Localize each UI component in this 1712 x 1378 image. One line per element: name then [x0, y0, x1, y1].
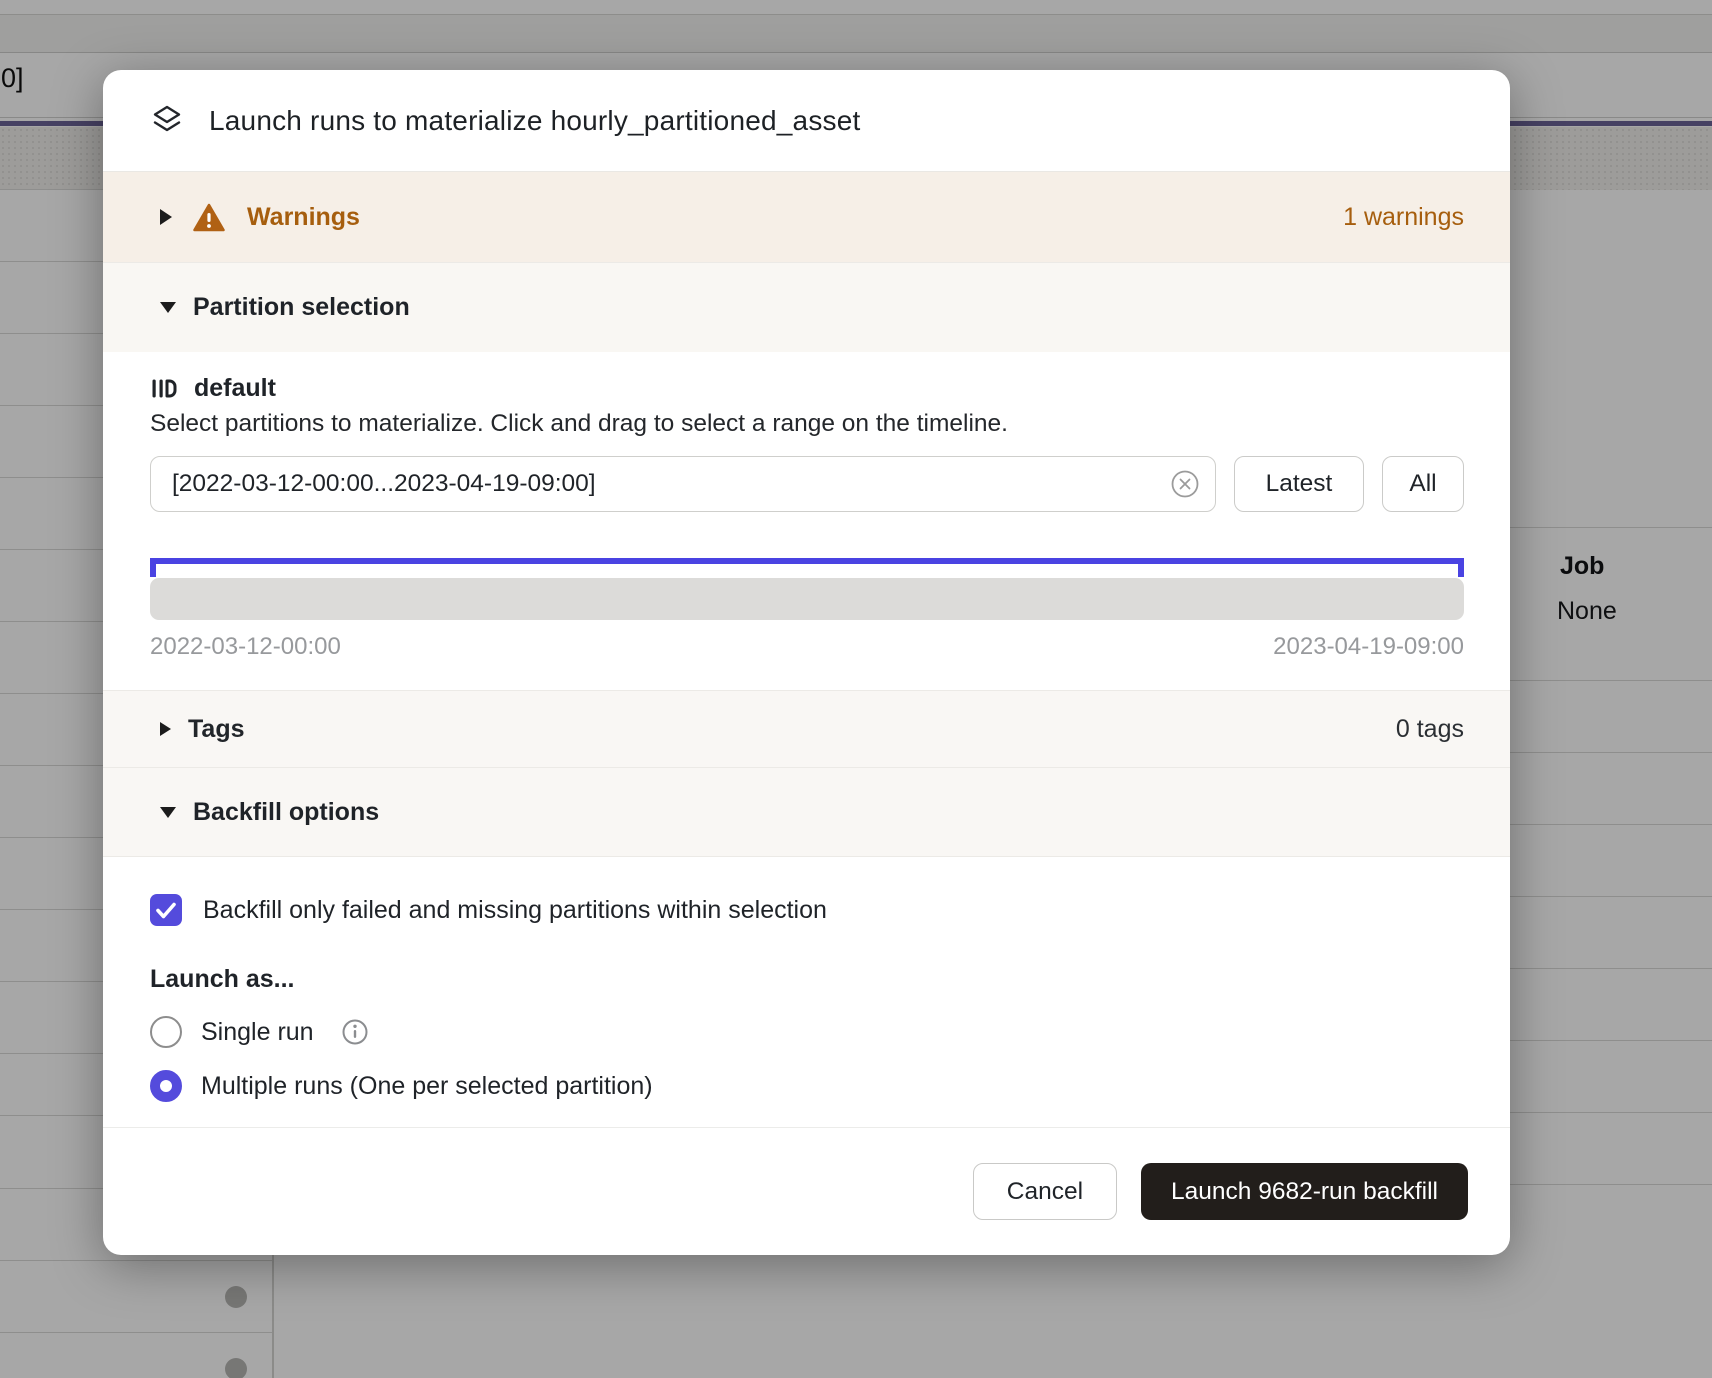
- all-button[interactable]: All: [1382, 456, 1464, 512]
- timeline-selection-line: [150, 558, 1464, 564]
- single-run-radio[interactable]: [150, 1016, 182, 1048]
- warnings-label: Warnings: [247, 203, 360, 232]
- warnings-count: 1 warnings: [1343, 203, 1464, 232]
- timeline-selection-start-tick: [150, 558, 156, 577]
- clear-input-icon[interactable]: [1170, 469, 1200, 499]
- single-run-label: Single run: [201, 1018, 314, 1047]
- timeline-start-label: 2022-03-12-00:00: [150, 633, 341, 661]
- launch-backfill-dialog: Launch runs to materialize hourly_partit…: [103, 70, 1510, 1255]
- partition-timeline[interactable]: [150, 558, 1464, 620]
- partition-selection-body: default Select partitions to materialize…: [103, 352, 1510, 690]
- caret-right-icon: [160, 209, 172, 225]
- launch-as-label: Launch as...: [150, 965, 1464, 995]
- dialog-title: Launch runs to materialize hourly_partit…: [209, 105, 860, 137]
- cancel-button[interactable]: Cancel: [973, 1163, 1117, 1220]
- backfill-only-failed-label: Backfill only failed and missing partiti…: [203, 896, 827, 925]
- partition-set-name: default: [194, 374, 276, 403]
- timeline-selection-end-tick: [1458, 558, 1464, 577]
- caret-down-icon: [160, 302, 176, 313]
- timeline-partitions-bar[interactable]: [150, 578, 1464, 620]
- partition-range-input[interactable]: [150, 456, 1216, 512]
- partition-selection-section-header[interactable]: Partition selection: [103, 262, 1510, 352]
- dialog-footer: Cancel Launch 9682-run backfill: [103, 1127, 1510, 1255]
- partition-selection-label: Partition selection: [193, 293, 410, 322]
- warnings-section-header[interactable]: Warnings 1 warnings: [103, 171, 1510, 262]
- caret-right-icon: [160, 722, 171, 736]
- dialog-header: Launch runs to materialize hourly_partit…: [103, 70, 1510, 171]
- backfill-options-body: Backfill only failed and missing partiti…: [103, 857, 1510, 1127]
- timeline-end-label: 2023-04-19-09:00: [1273, 633, 1464, 661]
- launch-backfill-button[interactable]: Launch 9682-run backfill: [1141, 1163, 1468, 1220]
- materialize-icon: [148, 102, 186, 140]
- tags-count: 0 tags: [1396, 715, 1464, 744]
- tags-label: Tags: [188, 715, 245, 744]
- partition-selection-description: Select partitions to materialize. Click …: [150, 410, 1464, 440]
- backfill-options-section-header[interactable]: Backfill options: [103, 767, 1510, 857]
- caret-down-icon: [160, 807, 176, 818]
- latest-button[interactable]: Latest: [1234, 456, 1364, 512]
- warning-icon: [193, 203, 225, 232]
- multiple-runs-radio[interactable]: [150, 1070, 182, 1102]
- tags-section-header[interactable]: Tags 0 tags: [103, 690, 1510, 767]
- multiple-runs-label: Multiple runs (One per selected partitio…: [201, 1072, 653, 1101]
- backfill-options-label: Backfill options: [193, 798, 379, 827]
- info-icon[interactable]: [341, 1018, 369, 1046]
- backfill-only-failed-checkbox[interactable]: [150, 894, 182, 926]
- screen: 0] Job None: [0, 0, 1712, 1378]
- partition-set-icon: [150, 375, 177, 402]
